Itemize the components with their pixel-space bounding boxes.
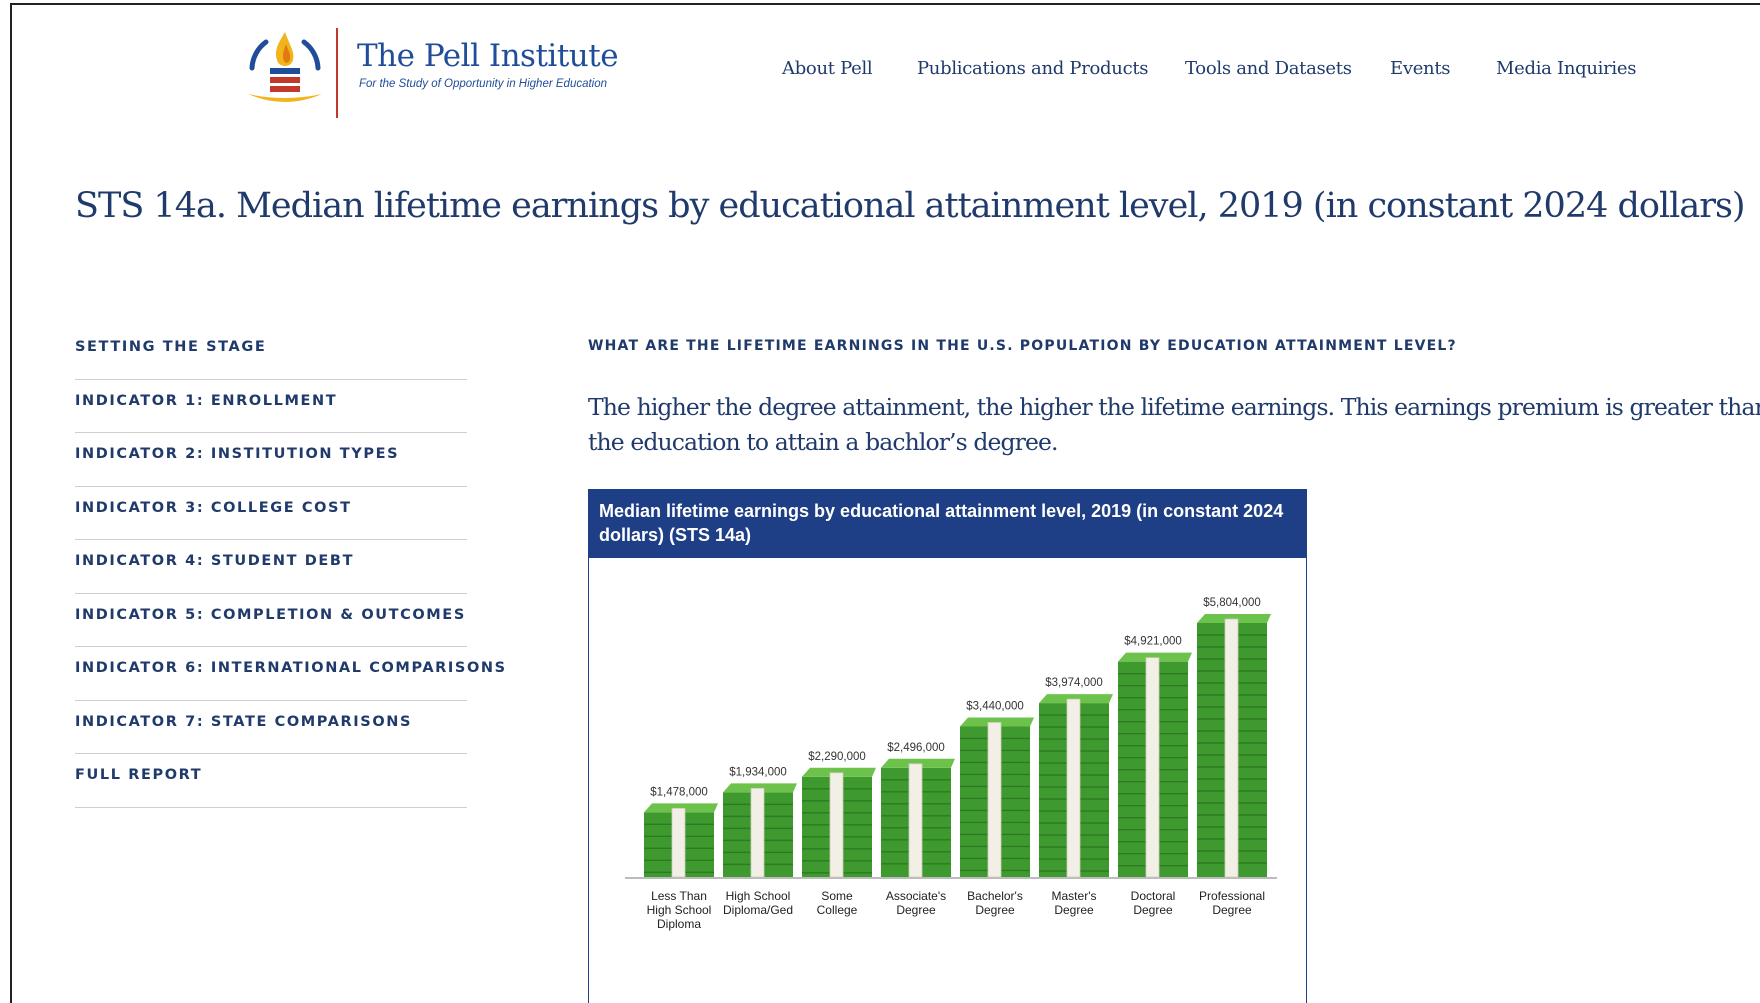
chart-category-label: Doctoral Degree [1131,889,1176,917]
sidebar-item-student-debt[interactable]: INDICATOR 4: STUDENT DEBT [75,540,467,594]
sidebar-item-college-cost[interactable]: INDICATOR 3: COLLEGE COST [75,487,467,540]
sidebar-item-label: INDICATOR 6: INTERNATIONAL COMPARISONS [75,660,507,676]
nav-about-pell[interactable]: About Pell [782,58,873,79]
chart-bar [881,758,955,878]
chart-value-label: $3,974,000 [1045,677,1103,689]
page-title: STS 14a. Median lifetime earnings by edu… [75,186,1746,226]
chart-value-label: $5,804,000 [1203,597,1261,609]
sidebar-item-state-comparisons[interactable]: INDICATOR 7: STATE COMPARISONS [75,701,467,754]
sidebar-item-international-comparisons[interactable]: INDICATOR 6: INTERNATIONAL COMPARISONS [75,647,505,701]
pell-institute-logo[interactable]: The Pell Institute For the Study of Oppo… [244,28,619,118]
logo-tagline: For the Study of Opportunity in Higher E… [359,78,608,90]
chart-category-label: High School Diploma/Ged [723,889,793,917]
torch-logo-icon [248,32,322,102]
chart-value-label: $2,290,000 [808,751,866,763]
logo-divider [336,28,338,118]
sidebar-item-setting-the-stage[interactable]: SETTING THE STAGE [75,326,467,380]
sidebar-item-label: FULL REPORT [75,767,203,783]
chart-category-label: Associate's Degree [886,889,946,917]
chart-value-label: $1,934,000 [729,766,787,778]
chart-value-label: $2,496,000 [887,742,945,754]
chart-bar [960,717,1034,878]
summary-line: the education to attain a bachlor’s degr… [588,428,1058,456]
nav-publications-and-products[interactable]: Publications and Products [917,58,1149,79]
earnings-chart: Median lifetime earnings by educational … [588,489,1307,1003]
sidebar-item-label: INDICATOR 5: COMPLETION & OUTCOMES [75,606,466,623]
nav-media-inquiries[interactable]: Media Inquiries [1496,58,1636,79]
chart-bar [802,767,876,878]
sidebar-item-label: INDICATOR 7: STATE COMPARISONS [75,713,413,730]
sidebar-item-enrollment[interactable]: INDICATOR 1: ENROLLMENT [75,380,467,433]
summary-paragraph: The higher the degree attainment, the hi… [588,390,1760,460]
sidebar-item-label: SETTING THE STAGE [75,339,267,355]
chart-value-label: $1,478,000 [650,786,708,798]
chart-category-label: Less Than High School Diploma [647,889,712,931]
chart-category-label: Master's Degree [1052,889,1097,917]
summary-line: The higher the degree attainment, the hi… [588,393,1760,421]
sidebar-item-label: INDICATOR 2: INSTITUTION TYPES [75,446,400,462]
sidebar-item-full-report[interactable]: FULL REPORT [75,754,467,808]
sidebar: SETTING THE STAGE INDICATOR 1: ENROLLMEN… [75,326,505,808]
chart-value-label: $3,440,000 [966,700,1024,712]
chart-category-label: Bachelor's Degree [967,889,1023,917]
sidebar-item-institution-types[interactable]: INDICATOR 2: INSTITUTION TYPES [75,433,467,487]
chart-category-label: Professional Degree [1199,889,1265,917]
section-question-heading: WHAT ARE THE LIFETIME EARNINGS IN THE U.… [588,338,1457,354]
sidebar-item-completion-outcomes[interactable]: INDICATOR 5: COMPLETION & OUTCOMES [75,594,467,647]
chart-bar [644,803,718,878]
chart-plot: $1,478,000 Less Than High School Diploma $1,… [625,597,1277,931]
logo-name: The Pell Institute [357,38,619,74]
chart-bar [1197,614,1271,878]
sidebar-item-label: INDICATOR 3: COLLEGE COST [75,499,352,516]
nav-events[interactable]: Events [1390,58,1451,79]
chart-title: Median lifetime earnings by educational … [589,490,1306,558]
chart-bar [1118,652,1192,878]
chart-value-label: $4,921,000 [1124,636,1182,648]
sidebar-item-label: INDICATOR 1: ENROLLMENT [75,392,338,409]
sidebar-item-label: INDICATOR 4: STUDENT DEBT [75,553,355,569]
chart-bar [723,783,797,878]
chart-category-label: Some College [817,889,858,917]
chart-bar [1039,694,1113,878]
nav-tools-and-datasets[interactable]: Tools and Datasets [1185,58,1352,79]
